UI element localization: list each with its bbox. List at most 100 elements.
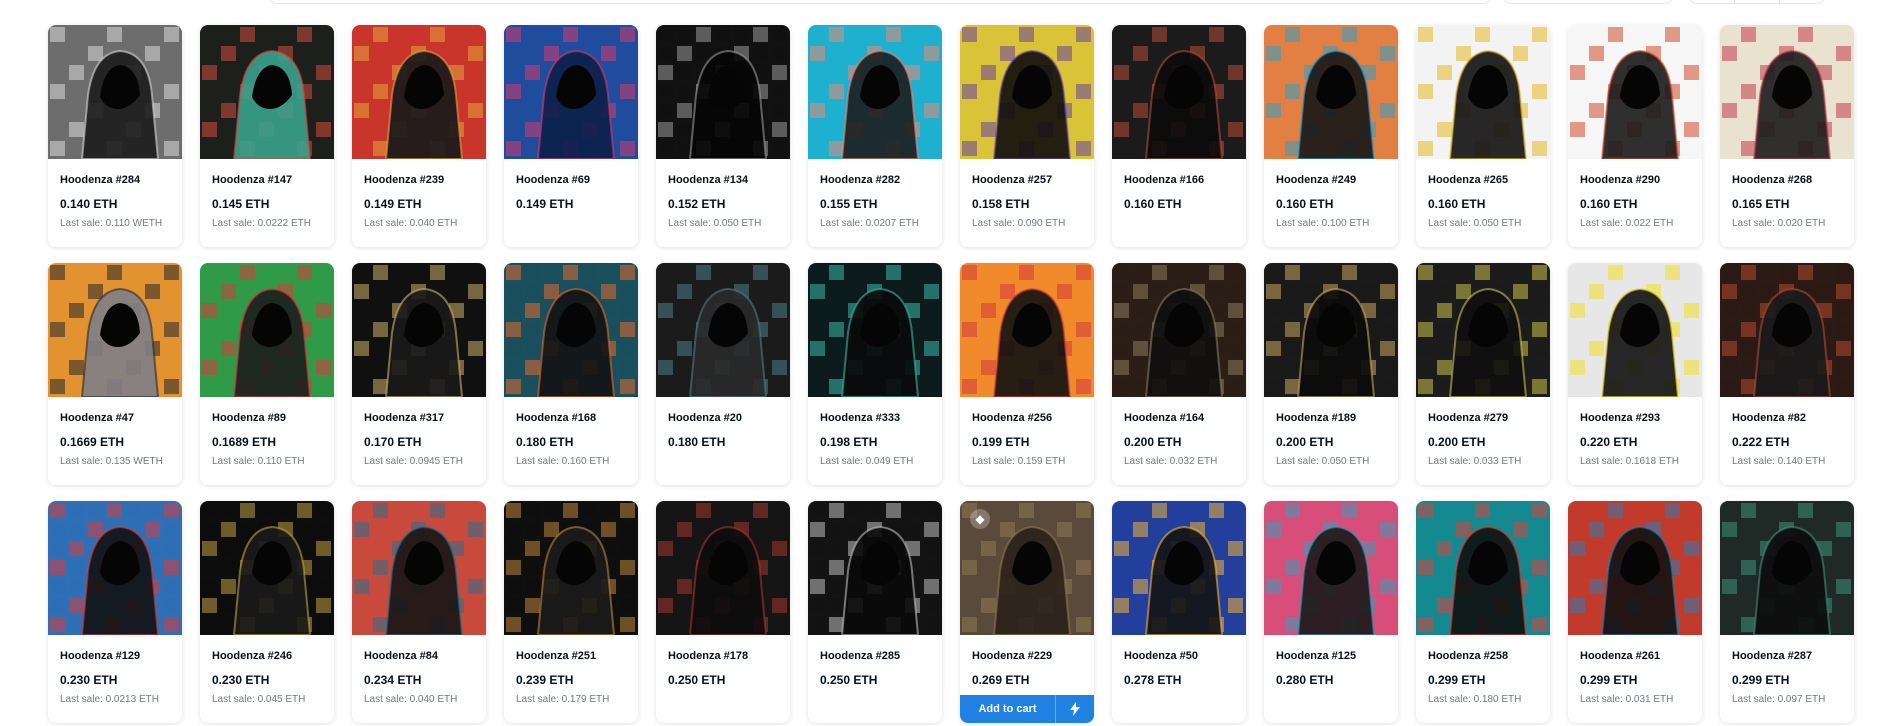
nft-image[interactable] bbox=[808, 25, 942, 159]
nft-image[interactable] bbox=[1720, 501, 1854, 635]
nft-image[interactable] bbox=[1416, 263, 1550, 397]
nft-card[interactable]: Hoodenza #178 0.250 ETH bbox=[656, 501, 790, 723]
nft-image[interactable] bbox=[656, 263, 790, 397]
nft-card[interactable]: Hoodenza #279 0.200 ETH Last sale: 0.033… bbox=[1416, 263, 1550, 485]
nft-image[interactable] bbox=[1112, 25, 1246, 159]
nft-image[interactable] bbox=[200, 25, 334, 159]
nft-image[interactable] bbox=[1568, 263, 1702, 397]
nft-image[interactable] bbox=[1720, 25, 1854, 159]
nft-image[interactable]: ◆ bbox=[960, 501, 1094, 635]
nft-price: 0.230 ETH bbox=[60, 673, 118, 687]
artwork-image bbox=[1720, 501, 1854, 635]
nft-image[interactable] bbox=[1112, 501, 1246, 635]
nft-card[interactable]: ◆ Hoodenza #229 0.269 ETH Add to cart bbox=[960, 501, 1094, 723]
nft-image[interactable] bbox=[1112, 263, 1246, 397]
nft-card[interactable]: Hoodenza #249 0.160 ETH Last sale: 0.100… bbox=[1264, 25, 1398, 247]
nft-image[interactable] bbox=[200, 501, 334, 635]
nft-card[interactable]: Hoodenza #290 0.160 ETH Last sale: 0.022… bbox=[1568, 25, 1702, 247]
nft-card[interactable]: Hoodenza #84 0.234 ETH Last sale: 0.040 … bbox=[352, 501, 486, 723]
nft-card[interactable]: Hoodenza #89 0.1689 ETH Last sale: 0.110… bbox=[200, 263, 334, 485]
nft-card[interactable]: Hoodenza #125 0.280 ETH bbox=[1264, 501, 1398, 723]
nft-image[interactable] bbox=[960, 25, 1094, 159]
buy-now-button[interactable] bbox=[1056, 695, 1094, 723]
nft-card[interactable]: Hoodenza #164 0.200 ETH Last sale: 0.032… bbox=[1112, 263, 1246, 485]
nft-price: 0.299 ETH bbox=[1580, 673, 1638, 687]
nft-price: 0.230 ETH bbox=[212, 673, 270, 687]
nft-name: Hoodenza #164 bbox=[1124, 412, 1205, 424]
last-sale: Last sale: 0.050 ETH bbox=[1428, 218, 1522, 229]
nft-card[interactable]: Hoodenza #268 0.165 ETH Last sale: 0.020… bbox=[1720, 25, 1854, 247]
nft-card[interactable]: Hoodenza #285 0.250 ETH bbox=[808, 501, 942, 723]
nft-price: 0.299 ETH bbox=[1428, 673, 1486, 687]
last-sale: Last sale: 0.140 ETH bbox=[1732, 456, 1826, 467]
nft-card[interactable]: Hoodenza #246 0.230 ETH Last sale: 0.045… bbox=[200, 501, 334, 723]
nft-image[interactable] bbox=[1568, 25, 1702, 159]
artwork-image bbox=[1568, 263, 1702, 397]
nft-image[interactable] bbox=[808, 263, 942, 397]
nft-image[interactable] bbox=[1264, 25, 1398, 159]
nft-card[interactable]: Hoodenza #251 0.239 ETH Last sale: 0.179… bbox=[504, 501, 638, 723]
nft-name: Hoodenza #229 bbox=[972, 650, 1053, 662]
nft-card[interactable]: Hoodenza #258 0.299 ETH Last sale: 0.180… bbox=[1416, 501, 1550, 723]
nft-image[interactable] bbox=[960, 263, 1094, 397]
nft-image[interactable] bbox=[656, 25, 790, 159]
nft-card[interactable]: Hoodenza #168 0.180 ETH Last sale: 0.160… bbox=[504, 263, 638, 485]
nft-image[interactable] bbox=[1720, 263, 1854, 397]
nft-image[interactable] bbox=[352, 25, 486, 159]
nft-name: Hoodenza #317 bbox=[364, 412, 445, 424]
nft-image[interactable] bbox=[48, 263, 182, 397]
nft-card[interactable]: Hoodenza #256 0.199 ETH Last sale: 0.159… bbox=[960, 263, 1094, 485]
last-sale bbox=[1276, 693, 1386, 707]
nft-image[interactable] bbox=[200, 263, 334, 397]
nft-price: 0.200 ETH bbox=[1124, 435, 1182, 449]
nft-card[interactable]: Hoodenza #282 0.155 ETH Last sale: 0.020… bbox=[808, 25, 942, 247]
sort-dropdown[interactable] bbox=[1502, 0, 1674, 4]
artwork-image bbox=[504, 501, 638, 635]
nft-card[interactable]: Hoodenza #317 0.170 ETH Last sale: 0.094… bbox=[352, 263, 486, 485]
nft-image[interactable] bbox=[352, 263, 486, 397]
last-sale: Last sale: 0.0207 ETH bbox=[820, 218, 919, 229]
nft-image[interactable] bbox=[352, 501, 486, 635]
nft-card[interactable]: Hoodenza #265 0.160 ETH Last sale: 0.050… bbox=[1416, 25, 1550, 247]
nft-image[interactable] bbox=[1416, 25, 1550, 159]
nft-price: 0.198 ETH bbox=[820, 435, 878, 449]
nft-image[interactable] bbox=[504, 25, 638, 159]
nft-image[interactable] bbox=[1264, 501, 1398, 635]
search-input[interactable] bbox=[268, 0, 1492, 4]
nft-image[interactable] bbox=[48, 501, 182, 635]
nft-card[interactable]: Hoodenza #257 0.158 ETH Last sale: 0.090… bbox=[960, 25, 1094, 247]
artwork-image bbox=[1416, 263, 1550, 397]
nft-image[interactable] bbox=[808, 501, 942, 635]
artwork-image bbox=[352, 263, 486, 397]
nft-card[interactable]: Hoodenza #284 0.140 ETH Last sale: 0.110… bbox=[48, 25, 182, 247]
nft-card[interactable]: Hoodenza #166 0.160 ETH bbox=[1112, 25, 1246, 247]
nft-card[interactable]: Hoodenza #147 0.145 ETH Last sale: 0.022… bbox=[200, 25, 334, 247]
view-toggle[interactable] bbox=[1688, 0, 1826, 4]
nft-image[interactable] bbox=[504, 263, 638, 397]
nft-name: Hoodenza #287 bbox=[1732, 650, 1813, 662]
last-sale: Last sale: 0.0213 ETH bbox=[60, 694, 159, 705]
nft-image[interactable] bbox=[656, 501, 790, 635]
nft-card[interactable]: Hoodenza #287 0.299 ETH Last sale: 0.097… bbox=[1720, 501, 1854, 723]
nft-card[interactable]: Hoodenza #333 0.198 ETH Last sale: 0.049… bbox=[808, 263, 942, 485]
nft-image[interactable] bbox=[48, 25, 182, 159]
nft-card[interactable]: Hoodenza #189 0.200 ETH Last sale: 0.050… bbox=[1264, 263, 1398, 485]
nft-image[interactable] bbox=[1568, 501, 1702, 635]
nft-card[interactable]: Hoodenza #50 0.278 ETH bbox=[1112, 501, 1246, 723]
nft-image[interactable] bbox=[504, 501, 638, 635]
nft-card[interactable]: Hoodenza #129 0.230 ETH Last sale: 0.021… bbox=[48, 501, 182, 723]
nft-grid: Hoodenza #284 0.140 ETH Last sale: 0.110… bbox=[48, 25, 1854, 723]
artwork-image bbox=[1568, 25, 1702, 159]
nft-image[interactable] bbox=[1264, 263, 1398, 397]
nft-card[interactable]: Hoodenza #261 0.299 ETH Last sale: 0.031… bbox=[1568, 501, 1702, 723]
nft-card[interactable]: Hoodenza #20 0.180 ETH bbox=[656, 263, 790, 485]
add-to-cart-button[interactable]: Add to cart bbox=[960, 695, 1056, 723]
nft-image[interactable] bbox=[1416, 501, 1550, 635]
nft-card[interactable]: Hoodenza #134 0.152 ETH Last sale: 0.050… bbox=[656, 25, 790, 247]
nft-card[interactable]: Hoodenza #239 0.149 ETH Last sale: 0.040… bbox=[352, 25, 486, 247]
nft-card[interactable]: Hoodenza #82 0.222 ETH Last sale: 0.140 … bbox=[1720, 263, 1854, 485]
nft-card[interactable]: Hoodenza #69 0.149 ETH bbox=[504, 25, 638, 247]
artwork-image bbox=[352, 25, 486, 159]
nft-card[interactable]: Hoodenza #47 0.1669 ETH Last sale: 0.135… bbox=[48, 263, 182, 485]
nft-card[interactable]: Hoodenza #293 0.220 ETH Last sale: 0.161… bbox=[1568, 263, 1702, 485]
